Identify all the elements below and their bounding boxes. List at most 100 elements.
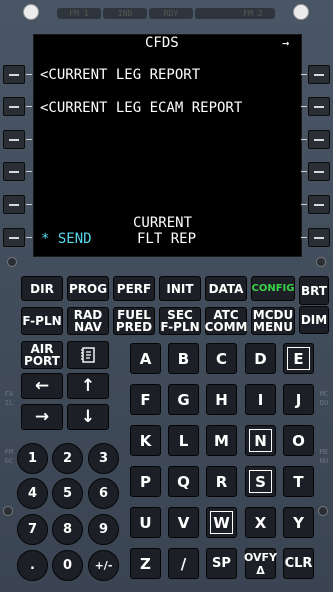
key-y[interactable]: Y — [283, 507, 314, 538]
slew-up-key[interactable]: ↑ — [67, 373, 109, 399]
key-s[interactable]: S — [245, 466, 276, 497]
config-key-label: CONFIG — [251, 282, 295, 294]
slew-right-key[interactable]: → — [21, 404, 63, 430]
atc-comm-key[interactable]: ATC COMM — [205, 307, 247, 335]
key-plus-minus[interactable]: +/- — [88, 550, 119, 581]
key-f[interactable]: F — [130, 384, 161, 415]
slew-down-key[interactable]: ↓ — [67, 404, 109, 430]
lsk-1l[interactable] — [3, 65, 25, 84]
lsk-2r[interactable] — [308, 97, 330, 116]
key-a[interactable]: A — [130, 343, 161, 374]
key-6[interactable]: 6 — [88, 478, 119, 509]
key-d[interactable]: D — [245, 343, 276, 374]
airport-key[interactable]: AIR PORT — [21, 341, 63, 369]
key-label: M — [214, 431, 229, 450]
key-label: 2 — [62, 451, 73, 466]
brt-key[interactable]: BRT — [299, 276, 329, 305]
data-key[interactable]: DATA — [205, 276, 247, 301]
key-5[interactable]: 5 — [52, 478, 83, 509]
key-9[interactable]: 9 — [88, 514, 119, 545]
perf-key[interactable]: PERF — [113, 276, 155, 301]
config-key[interactable]: CONFIG — [251, 276, 295, 301]
key-label: Y — [293, 513, 304, 532]
lsk-3r[interactable] — [308, 130, 330, 149]
key-j[interactable]: J — [283, 384, 314, 415]
init-key[interactable]: INIT — [159, 276, 201, 301]
page-arrow: → — [282, 36, 290, 50]
key-z[interactable]: Z — [130, 548, 161, 579]
key-label: W — [210, 511, 233, 534]
key-h[interactable]: H — [206, 384, 237, 415]
key-v[interactable]: V — [168, 507, 199, 538]
dir-key-label: DIR — [30, 281, 54, 296]
key-7[interactable]: 7 — [17, 514, 48, 545]
lsk-1r[interactable] — [308, 65, 330, 84]
key-label: Z — [140, 554, 151, 573]
lsk-tick — [301, 106, 307, 107]
send-prompt: * SEND — [41, 231, 92, 247]
screw-bottom-left — [3, 506, 13, 516]
mcdu-menu-key[interactable]: MCDU MENU — [251, 307, 295, 335]
key-sp[interactable]: SP — [206, 548, 237, 579]
key-label: V — [177, 513, 190, 532]
notepad-key[interactable] — [67, 341, 109, 369]
key-dot[interactable]: . — [17, 550, 48, 581]
key-t[interactable]: T — [283, 466, 314, 497]
key-clr[interactable]: CLR — [283, 548, 314, 579]
key-e[interactable]: E — [283, 343, 314, 374]
slew-left-key[interactable]: ← — [21, 373, 63, 399]
key-o[interactable]: O — [283, 425, 314, 456]
atc-comm-key-label-2: COMM — [204, 320, 248, 334]
annunciator-rdy: RDY — [149, 8, 193, 19]
fmgc-label: FMGC — [4, 448, 14, 465]
lsk-3l[interactable] — [3, 130, 25, 149]
key-4[interactable]: 4 — [17, 478, 48, 509]
lsk-2l[interactable] — [3, 97, 25, 116]
screw-mid-right — [316, 257, 326, 267]
notepad-icon — [81, 347, 95, 363]
key-label: K — [139, 431, 152, 450]
key-b[interactable]: B — [168, 343, 199, 374]
key-p[interactable]: P — [130, 466, 161, 497]
key-g[interactable]: G — [168, 384, 199, 415]
rad-nav-key[interactable]: RAD NAV — [67, 307, 109, 335]
fpln-key[interactable]: F-PLN — [21, 307, 63, 335]
lsk-5r[interactable] — [308, 195, 330, 214]
dir-key[interactable]: DIR — [21, 276, 63, 301]
key-0[interactable]: 0 — [52, 550, 83, 581]
key-3[interactable]: 3 — [88, 443, 119, 474]
key-label: D — [254, 349, 267, 368]
key-x[interactable]: X — [245, 507, 276, 538]
key-1[interactable]: 1 — [17, 443, 48, 474]
lsk-tick — [301, 204, 307, 205]
key-i[interactable]: I — [245, 384, 276, 415]
page-title: CFDS — [145, 35, 179, 51]
lsk-tick — [26, 237, 32, 238]
lsk-5l[interactable] — [3, 195, 25, 214]
key-c[interactable]: C — [206, 343, 237, 374]
sec-fpln-key[interactable]: SEC F-PLN — [159, 307, 201, 335]
key-q[interactable]: Q — [168, 466, 199, 497]
key-ovfy[interactable]: OVFY Δ — [244, 548, 277, 579]
key-n[interactable]: N — [245, 425, 276, 456]
key-label: SP — [212, 556, 231, 571]
lsk-6r[interactable] — [308, 228, 330, 247]
current-flt-rep-label2: FLT REP — [137, 231, 197, 247]
key-u[interactable]: U — [130, 507, 161, 538]
key-r[interactable]: R — [206, 466, 237, 497]
lsk-6l[interactable] — [3, 228, 25, 247]
key-k[interactable]: K — [130, 425, 161, 456]
init-key-label: INIT — [166, 281, 194, 296]
fuel-pred-key[interactable]: FUEL PRED — [113, 307, 155, 335]
prog-key[interactable]: PROG — [67, 276, 109, 301]
key-2[interactable]: 2 — [52, 443, 83, 474]
dim-key[interactable]: DIM — [299, 306, 329, 334]
key-slash[interactable]: / — [168, 548, 199, 579]
key-8[interactable]: 8 — [52, 514, 83, 545]
key-l[interactable]: L — [168, 425, 199, 456]
prog-key-label: PROG — [68, 281, 108, 296]
key-w[interactable]: W — [206, 507, 237, 538]
lsk-4l[interactable] — [3, 162, 25, 181]
lsk-4r[interactable] — [308, 162, 330, 181]
key-m[interactable]: M — [206, 425, 237, 456]
